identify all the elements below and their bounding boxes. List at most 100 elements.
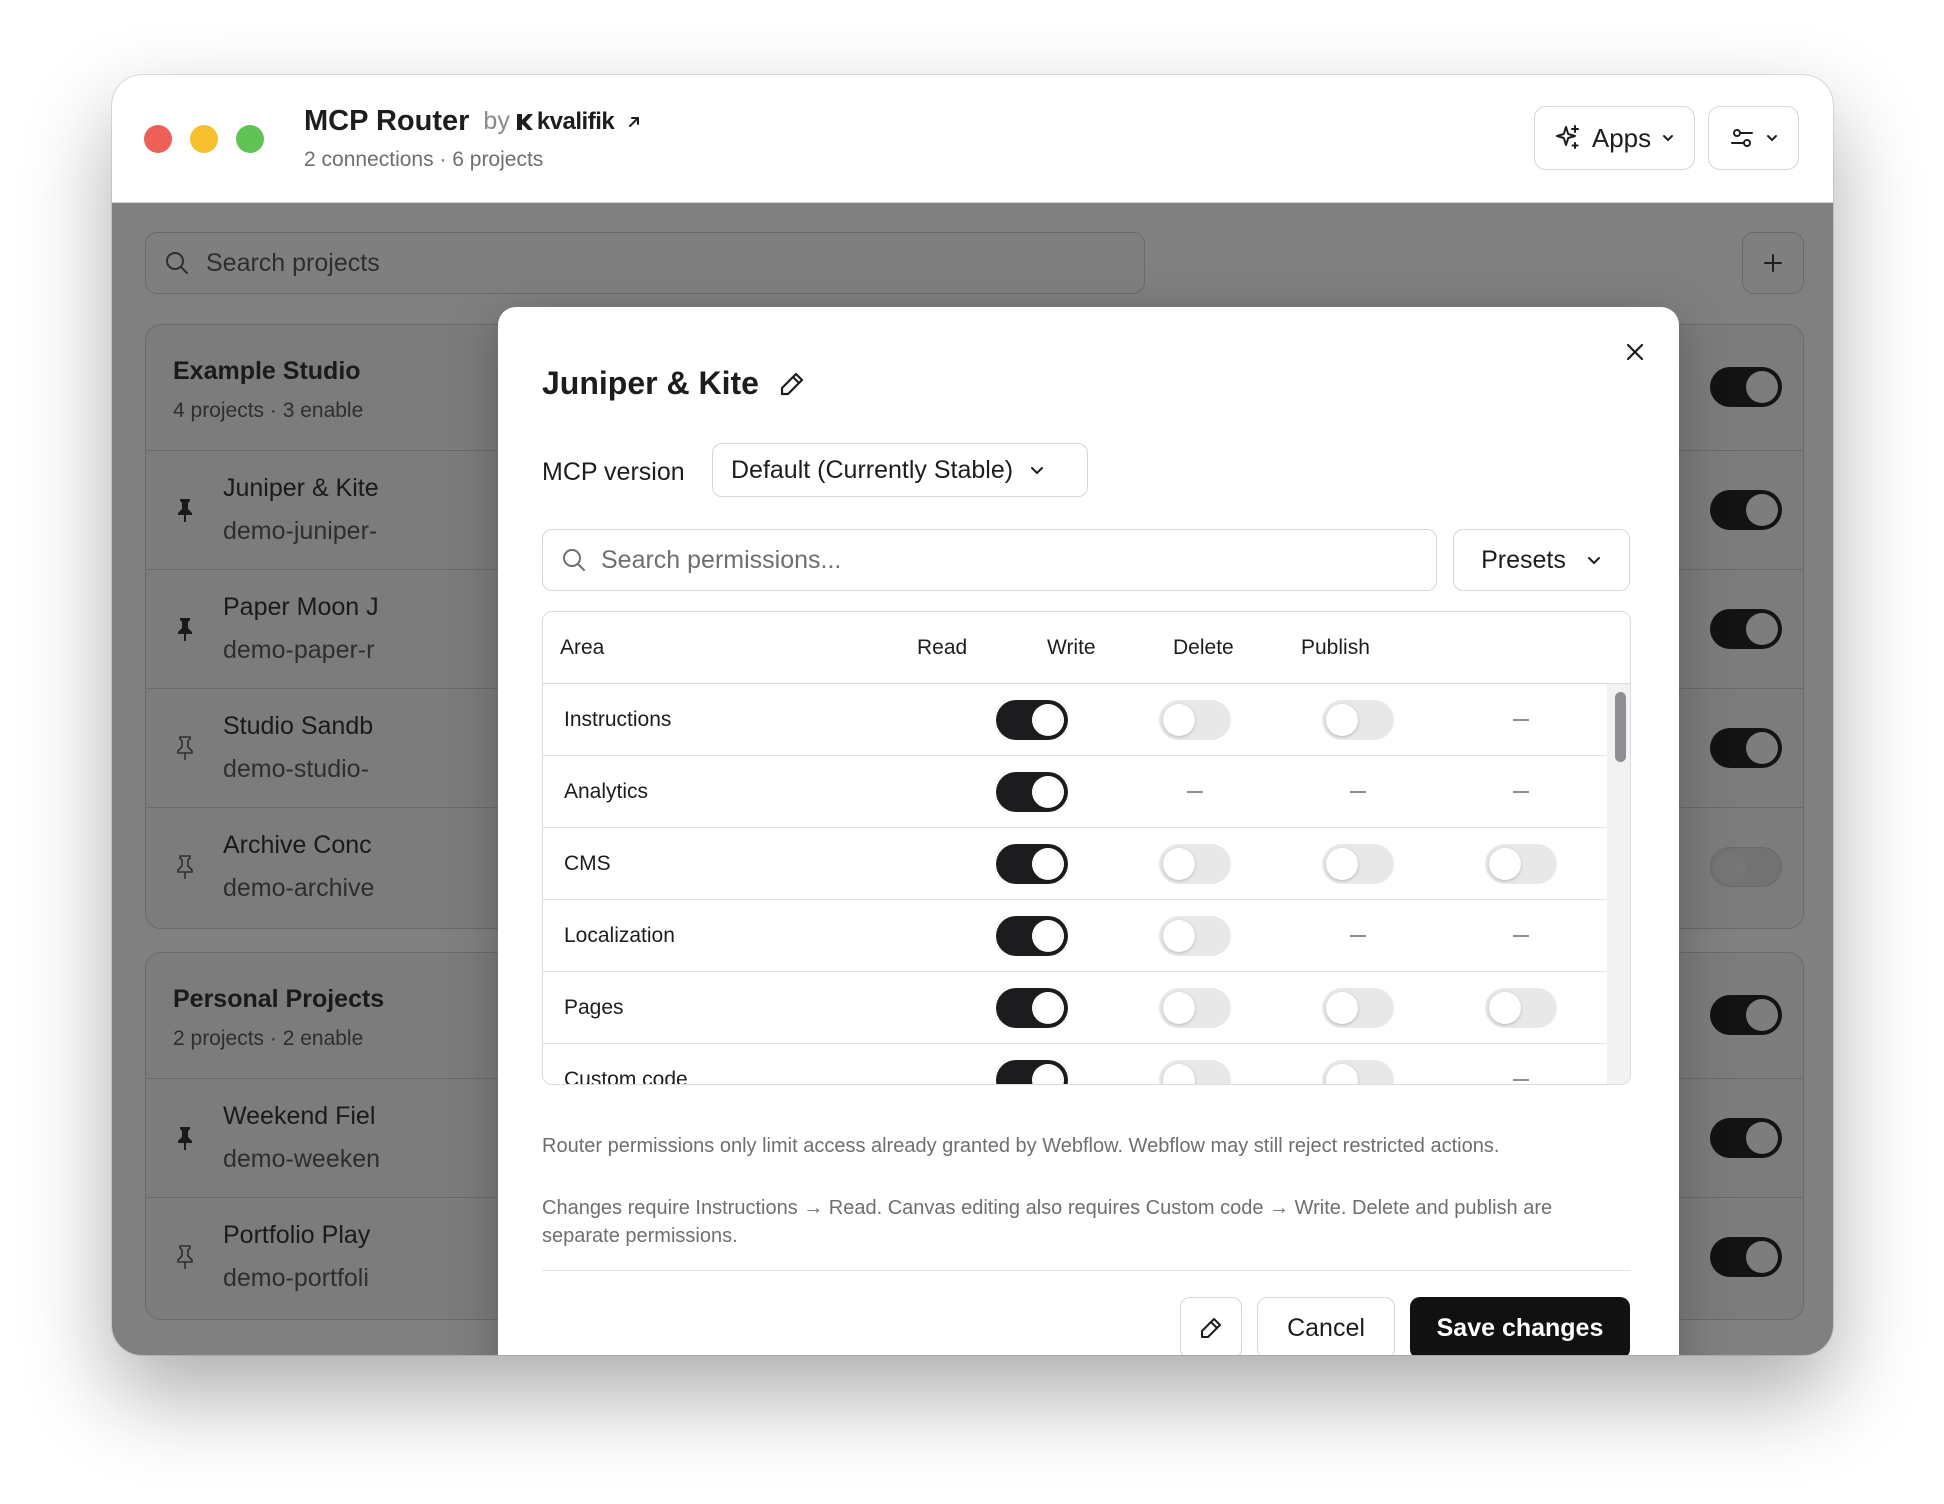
write-cell: [1159, 988, 1231, 1028]
delete-cell: [1322, 988, 1394, 1028]
apps-label: Apps: [1591, 122, 1652, 153]
external-link-icon[interactable]: [626, 114, 642, 130]
publish-toggle[interactable]: [1485, 844, 1557, 884]
delete-toggle[interactable]: [1322, 844, 1394, 884]
delete-cell: [1322, 1060, 1394, 1084]
write-toggle[interactable]: [1159, 844, 1231, 884]
pin-filled-icon[interactable]: [173, 616, 197, 642]
brand-link[interactable]: kvalifik: [516, 108, 615, 136]
sliders-icon: [1730, 129, 1753, 147]
read-cell: [996, 1060, 1068, 1084]
permission-area-label: CMS: [564, 852, 611, 875]
read-toggle[interactable]: [996, 772, 1068, 812]
permission-area-label: Pages: [564, 996, 624, 1019]
group-subtitle: 2 projects · 2 enable: [173, 1027, 364, 1050]
delete-toggle[interactable]: [1322, 988, 1394, 1028]
delete-cell: [1322, 844, 1394, 884]
column-header-delete: Delete: [1173, 636, 1234, 659]
pin-filled-icon[interactable]: [173, 1125, 197, 1151]
publish-cell: [1485, 844, 1557, 884]
sparkles-icon: [1555, 125, 1579, 149]
zoom-window-button[interactable]: [236, 125, 264, 153]
settings-menu-button[interactable]: [1708, 106, 1799, 170]
app-title: MCP Router by kvalifik: [304, 105, 642, 138]
mcp-version-select[interactable]: Default (Currently Stable): [712, 443, 1088, 497]
read-toggle[interactable]: [996, 1060, 1068, 1084]
permission-search-input[interactable]: [601, 545, 1381, 575]
pin-filled-icon[interactable]: [173, 497, 197, 523]
write-toggle[interactable]: [1159, 1060, 1231, 1084]
project-slug: demo-portfoli: [223, 1264, 369, 1292]
read-toggle[interactable]: [996, 988, 1068, 1028]
search-icon: [166, 252, 188, 274]
project-slug: demo-studio-: [223, 755, 369, 783]
write-toggle[interactable]: [1159, 916, 1231, 956]
publish-cell: [1485, 988, 1557, 1028]
project-enabled-toggle[interactable]: [1710, 609, 1782, 649]
permission-row: Localization: [543, 900, 1607, 972]
chevron-down-icon: [1031, 467, 1044, 475]
project-search-input[interactable]: Search projects: [145, 232, 1145, 294]
dash-icon: [1513, 935, 1529, 937]
permission-row: Pages: [543, 972, 1607, 1044]
add-project-button[interactable]: [1742, 232, 1804, 294]
kvalifik-logo-icon: [516, 113, 533, 130]
group-enabled-toggle[interactable]: [1710, 995, 1782, 1035]
dash-icon: [1513, 719, 1529, 721]
project-enabled-toggle[interactable]: [1710, 847, 1782, 887]
pencil-icon[interactable]: [777, 369, 807, 399]
write-toggle[interactable]: [1159, 988, 1231, 1028]
read-cell: [996, 844, 1068, 884]
publish-toggle[interactable]: [1485, 988, 1557, 1028]
write-toggle[interactable]: [1159, 700, 1231, 740]
write-cell: [1159, 916, 1231, 956]
close-icon[interactable]: [1624, 341, 1646, 363]
delete-not-applicable: [1322, 772, 1394, 812]
save-changes-button[interactable]: Save changes: [1410, 1297, 1630, 1355]
read-cell: [996, 772, 1068, 812]
write-cell: [1159, 844, 1231, 884]
read-toggle[interactable]: [996, 916, 1068, 956]
project-name: Studio Sandb: [223, 712, 374, 740]
project-enabled-toggle[interactable]: [1710, 1237, 1782, 1277]
connections-summary: 2 connections · 6 projects: [304, 148, 544, 171]
delete-toggle[interactable]: [1322, 1060, 1394, 1084]
group-title: Example Studio: [173, 357, 361, 385]
by-text: by: [483, 107, 510, 135]
project-slug: demo-paper-r: [223, 636, 375, 664]
permission-row: Analytics: [543, 756, 1607, 828]
write-not-applicable: [1159, 772, 1231, 812]
group-enabled-toggle[interactable]: [1710, 367, 1782, 407]
titlebar: MCP Router by kvalifik 2 connections · 6…: [112, 75, 1833, 203]
pin-outline-icon[interactable]: [173, 735, 197, 761]
presets-dropdown[interactable]: Presets: [1453, 529, 1630, 591]
app-name: MCP Router: [304, 105, 470, 137]
delete-cell: [1322, 700, 1394, 740]
publish-not-applicable: [1485, 916, 1557, 956]
delete-toggle[interactable]: [1322, 700, 1394, 740]
permission-area-label: Instructions: [564, 708, 672, 731]
project-search-placeholder: Search projects: [206, 248, 380, 277]
column-header-area: Area: [560, 636, 605, 659]
minimize-window-button[interactable]: [190, 125, 218, 153]
edit-button[interactable]: [1180, 1297, 1242, 1355]
read-toggle[interactable]: [996, 700, 1068, 740]
read-cell: [996, 700, 1068, 740]
project-enabled-toggle[interactable]: [1710, 490, 1782, 530]
read-toggle[interactable]: [996, 844, 1068, 884]
scrollbar-thumb[interactable]: [1615, 692, 1626, 762]
pin-outline-icon[interactable]: [173, 854, 197, 880]
apps-button[interactable]: Apps: [1534, 106, 1695, 170]
cancel-button[interactable]: Cancel: [1257, 1297, 1395, 1355]
pin-outline-icon[interactable]: [173, 1244, 197, 1270]
project-slug: demo-weeken: [223, 1145, 381, 1173]
publish-not-applicable: [1485, 700, 1557, 740]
project-name: Juniper & Kite: [223, 474, 379, 502]
chevron-down-icon: [1587, 557, 1600, 565]
project-enabled-toggle[interactable]: [1710, 728, 1782, 768]
close-window-button[interactable]: [144, 125, 172, 153]
mcp-version-value: Default (Currently Stable): [731, 455, 1014, 484]
dash-icon: [1350, 935, 1366, 937]
permissions-note: Router permissions only limit access alr…: [542, 1135, 1500, 1157]
project-enabled-toggle[interactable]: [1710, 1118, 1782, 1158]
